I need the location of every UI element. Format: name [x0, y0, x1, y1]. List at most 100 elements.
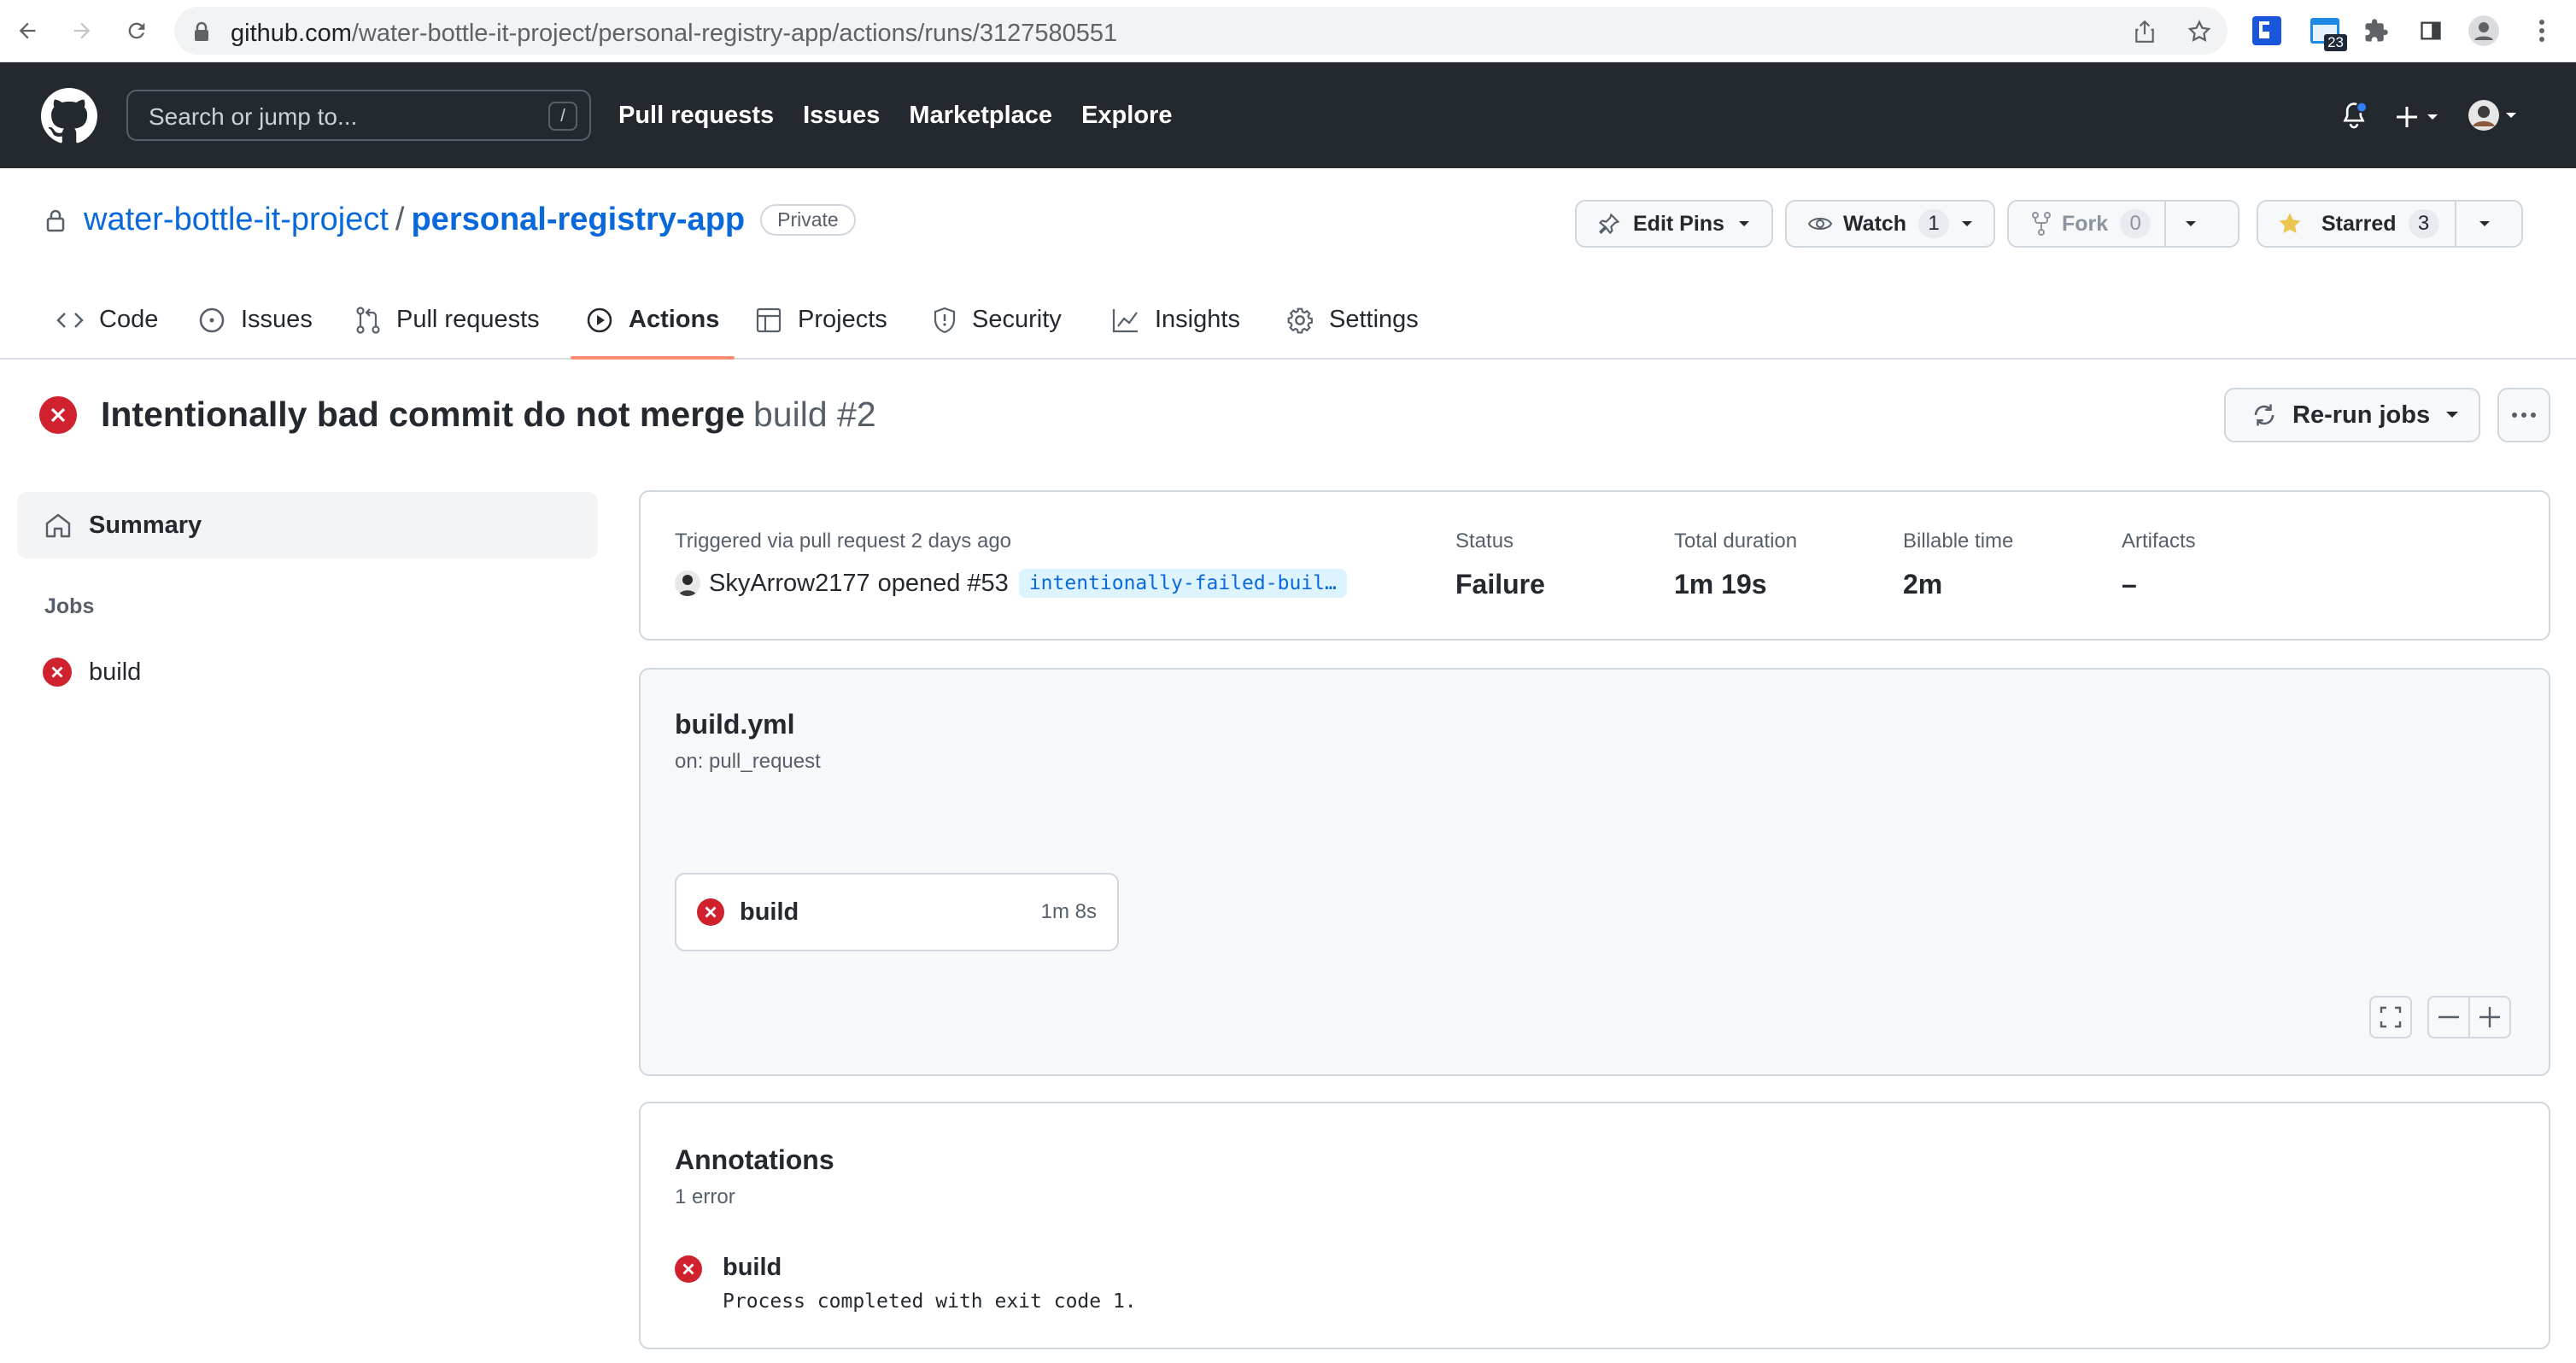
minus-icon	[2438, 1015, 2460, 1019]
tab-code[interactable]: Code	[56, 282, 158, 358]
visibility-badge: Private	[760, 204, 856, 236]
billable-value[interactable]: 2m	[1903, 569, 2013, 600]
forward-icon[interactable]	[67, 15, 97, 46]
run-title-text: Intentionally bad commit do not merge bui…	[101, 395, 876, 435]
failure-icon	[43, 658, 72, 687]
tab-insights[interactable]: Insights	[1112, 282, 1240, 358]
nav-marketplace[interactable]: Marketplace	[909, 102, 1052, 130]
fullscreen-button[interactable]	[2369, 996, 2412, 1038]
nav-pull-requests[interactable]: Pull requests	[618, 102, 774, 130]
browser-menu-icon[interactable]	[2525, 14, 2559, 48]
play-icon	[586, 307, 613, 334]
issue-icon	[198, 307, 225, 334]
annotation-item[interactable]: build Process completed with exit code 1…	[675, 1254, 1137, 1313]
extension-icon[interactable]	[2250, 14, 2284, 48]
sidebar-item-summary[interactable]: Summary	[17, 492, 598, 559]
sidebar-item-job-build[interactable]: build	[43, 658, 141, 687]
zoom-out-button[interactable]	[2427, 996, 2470, 1038]
star-filled-icon	[2277, 211, 2303, 237]
rerun-jobs-button[interactable]: Re-run jobs	[2224, 388, 2480, 442]
share-icon[interactable]	[2132, 19, 2157, 44]
tab-security[interactable]: Security	[933, 282, 1062, 358]
job-node-name: build	[740, 898, 799, 926]
tab-issues[interactable]: Issues	[198, 282, 313, 358]
trigger-text: Triggered via pull request 2 days ago	[675, 529, 1012, 553]
failure-icon	[697, 898, 724, 926]
create-new-icon[interactable]	[2397, 105, 2444, 129]
nav-issues[interactable]: Issues	[803, 102, 880, 130]
profile-icon[interactable]	[2467, 14, 2501, 48]
reload-icon[interactable]	[121, 15, 152, 46]
nav-explore[interactable]: Explore	[1081, 102, 1172, 130]
button-divider	[2454, 202, 2456, 246]
kebab-horizontal-icon	[2511, 412, 2537, 418]
artifacts-value: –	[2122, 569, 2137, 600]
code-icon	[56, 310, 84, 331]
actor-name-link[interactable]: SkyArrow2177	[709, 570, 870, 598]
more-options-button[interactable]	[2497, 388, 2550, 442]
actor-avatar[interactable]	[675, 570, 700, 596]
github-logo-icon[interactable]	[41, 88, 97, 144]
pr-link[interactable]: opened #53	[878, 570, 1009, 598]
sync-icon	[2251, 402, 2277, 428]
workflow-graph-card: build.yml on: pull_request build 1m 8s	[639, 668, 2550, 1076]
fork-button[interactable]: Fork 0	[2007, 200, 2239, 248]
user-avatar[interactable]	[2467, 98, 2523, 132]
watch-button[interactable]: Watch 1	[1785, 200, 1995, 248]
edit-pins-button[interactable]: Edit Pins	[1575, 200, 1773, 248]
tab-security-label: Security	[972, 306, 1062, 333]
annotation-job-link[interactable]: build	[723, 1254, 1137, 1282]
repo-name-link[interactable]: personal-registry-app	[411, 202, 745, 238]
tab-settings[interactable]: Settings	[1286, 282, 1419, 358]
back-icon[interactable]	[12, 15, 43, 46]
pull-request-icon	[355, 306, 381, 335]
billable-label: Billable time	[1903, 529, 2014, 553]
tab-issues-label: Issues	[241, 306, 313, 333]
fullscreen-icon	[2380, 1006, 2402, 1028]
star-button[interactable]: Starred 3	[2257, 200, 2523, 248]
run-summary-card: Triggered via pull request 2 days ago Sk…	[639, 490, 2550, 641]
tab-pull-requests[interactable]: Pull requests	[355, 282, 540, 358]
repo-lock-icon	[46, 208, 65, 232]
calendar-extension-icon[interactable]: 23	[2308, 14, 2347, 51]
run-title: Intentionally bad commit do not merge bui…	[39, 395, 876, 435]
graph-icon	[1112, 307, 1139, 333]
watch-label: Watch	[1843, 211, 1907, 236]
job-node-build[interactable]: build 1m 8s	[675, 873, 1119, 951]
sidebar-summary-label: Summary	[89, 511, 202, 539]
tab-actions[interactable]: Actions	[570, 282, 735, 360]
url-text[interactable]: github.com/water-bottle-it-project/perso…	[231, 20, 1117, 48]
home-icon	[44, 512, 72, 538]
annotation-message: Process completed with exit code 1.	[723, 1290, 1137, 1313]
branch-label[interactable]: intentionally-failed-buil…	[1018, 569, 1347, 598]
failure-icon	[39, 395, 77, 434]
puzzle-icon[interactable]	[2359, 14, 2393, 48]
workflow-file-name[interactable]: build.yml	[675, 709, 794, 740]
repo-owner-link[interactable]: water-bottle-it-project	[84, 202, 389, 238]
button-divider	[2164, 202, 2167, 246]
zoom-in-button[interactable]	[2468, 996, 2511, 1038]
tab-projects[interactable]: Projects	[755, 282, 887, 358]
chevron-down-icon[interactable]	[2185, 219, 2197, 228]
edit-pins-label: Edit Pins	[1633, 211, 1724, 236]
annotations-title: Annotations	[675, 1144, 834, 1175]
search-input[interactable]: Search or jump to... /	[126, 90, 591, 141]
tab-projects-label: Projects	[798, 306, 887, 333]
global-nav: Pull requests Issues Marketplace Explore	[618, 102, 1172, 130]
repo-tabs: Code Issues Pull requests Actions Projec…	[0, 282, 2576, 360]
chevron-down-icon[interactable]	[2479, 219, 2491, 228]
chevron-down-icon	[2445, 411, 2459, 419]
bookmark-star-icon[interactable]	[2187, 19, 2212, 44]
lock-icon[interactable]	[193, 21, 210, 42]
address-bar[interactable]: github.com/water-bottle-it-project/perso…	[174, 7, 2228, 55]
status-value: Failure	[1455, 569, 1545, 600]
search-shortcut-key: /	[548, 102, 577, 131]
billable-column: Billable time 2m	[1903, 529, 2013, 600]
side-panel-icon[interactable]	[2414, 14, 2448, 48]
repo-slash: /	[395, 202, 405, 237]
tab-code-label: Code	[99, 306, 159, 333]
annotations-count: 1 error	[675, 1185, 735, 1208]
notifications-icon[interactable]	[2340, 102, 2368, 131]
tab-insights-label: Insights	[1155, 306, 1240, 333]
rerun-label: Re-run jobs	[2292, 401, 2431, 429]
